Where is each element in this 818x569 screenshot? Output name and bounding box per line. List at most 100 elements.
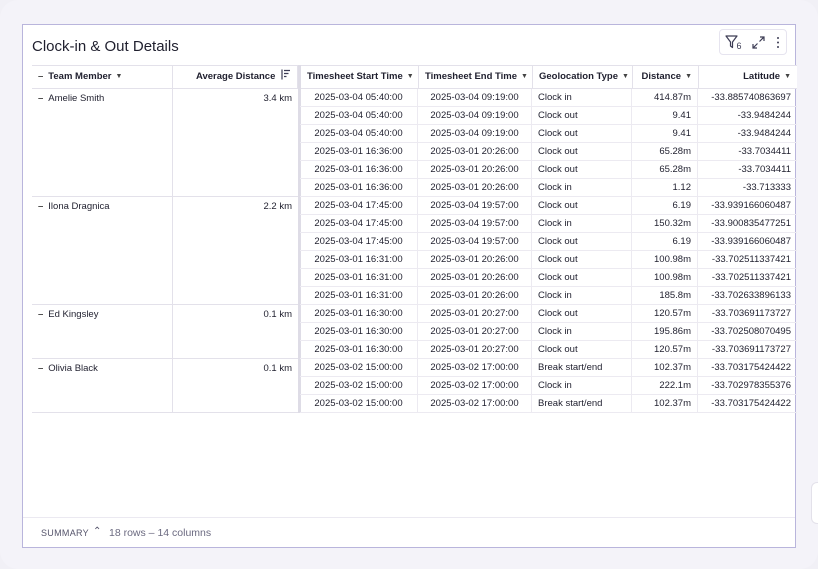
cell-geo-type: Clock out [532, 197, 632, 214]
cell-geo-type: Clock out [532, 143, 632, 160]
header-team-member[interactable]: – Team Member ▼ [32, 66, 173, 88]
expand-button[interactable] [752, 32, 766, 52]
cell-geo-type: Clock in [532, 89, 632, 106]
cell-end-time: 2025-03-02 17:00:00 [418, 377, 532, 394]
table-row[interactable]: 2025-03-01 16:31:00 2025-03-01 20:26:00 Cl… [300, 287, 797, 305]
table-row[interactable]: 2025-03-01 16:30:00 2025-03-01 20:27:00 Cl… [300, 305, 797, 323]
header-geo-type[interactable]: Geolocation Type ▼ [533, 66, 633, 88]
group-name[interactable]: – Olivia Black [38, 363, 98, 374]
average-distance-value: 0.1 km [263, 309, 292, 320]
cell-start-time: 2025-03-02 15:00:00 [300, 377, 418, 394]
side-panel-handle[interactable] [811, 482, 818, 524]
cell-start-time: 2025-03-01 16:36:00 [300, 143, 418, 160]
sort-caret-icon: ▼ [406, 73, 414, 80]
cell-geo-type: Clock out [532, 125, 632, 142]
table-row[interactable]: 2025-03-02 15:00:00 2025-03-02 17:00:00 Br… [300, 395, 797, 413]
row-column-count: 18 rows – 14 columns [109, 527, 212, 539]
cell-end-time: 2025-03-01 20:26:00 [418, 287, 532, 304]
sort-descending-icon [281, 69, 290, 80]
header-average-distance[interactable]: Average Distance [173, 66, 298, 88]
cell-end-time: 2025-03-01 20:27:00 [418, 323, 532, 340]
table-row[interactable]: 2025-03-01 16:30:00 2025-03-01 20:27:00 Cl… [300, 341, 797, 359]
group-name[interactable]: – Ed Kingsley [38, 309, 98, 320]
cell-end-time: 2025-03-01 20:27:00 [418, 341, 532, 358]
cell-start-time: 2025-03-04 05:40:00 [300, 107, 418, 124]
table-row[interactable]: 2025-03-01 16:31:00 2025-03-01 20:26:00 Cl… [300, 251, 797, 269]
cell-latitude: -33.713333 [742, 182, 791, 193]
cell-latitude: -33.7034411 [738, 164, 791, 175]
cell-distance: 102.37m [632, 395, 698, 412]
cell-latitude: -33.703175424422 [711, 362, 791, 373]
average-distance-value: 3.4 km [263, 93, 292, 104]
cell-distance: 150.32m [632, 215, 698, 232]
cell-geo-type: Clock out [532, 233, 632, 250]
table-row[interactable]: 2025-03-04 17:45:00 2025-03-04 19:57:00 Cl… [300, 215, 797, 233]
cell-latitude: -33.939166060487 [711, 200, 791, 211]
team-member-name: Olivia Black [48, 363, 98, 374]
summary-bar: SUMMARY ⌃ 18 rows – 14 columns [23, 517, 795, 547]
collapse-group-icon[interactable]: – [38, 309, 43, 320]
cell-geo-type: Clock out [532, 251, 632, 268]
cell-distance: 6.19 [632, 197, 698, 214]
cell-latitude: -33.9484244 [737, 128, 791, 139]
header-latitude[interactable]: Latitude ▼ [699, 66, 797, 88]
group-row[interactable]: – Ilona Dragnica 2.2 km [32, 197, 298, 305]
cell-start-time: 2025-03-04 05:40:00 [300, 89, 418, 106]
cell-end-time: 2025-03-01 20:26:00 [418, 269, 532, 286]
cell-geo-type: Clock in [532, 323, 632, 340]
cell-latitude: -33.703175424422 [711, 398, 791, 409]
cell-geo-type: Break start/end [532, 395, 632, 412]
cell-geo-type: Clock out [532, 341, 632, 358]
cell-distance: 65.28m [632, 161, 698, 178]
table-row[interactable]: 2025-03-01 16:36:00 2025-03-01 20:26:00 Cl… [300, 161, 797, 179]
summary-toggle[interactable]: SUMMARY [41, 528, 89, 538]
cell-end-time: 2025-03-01 20:26:00 [418, 179, 532, 196]
table-row[interactable]: 2025-03-01 16:36:00 2025-03-01 20:26:00 Cl… [300, 179, 797, 197]
group-name[interactable]: – Amelie Smith [38, 93, 104, 104]
table-row[interactable]: 2025-03-04 05:40:00 2025-03-04 09:19:00 Cl… [300, 107, 797, 125]
cell-start-time: 2025-03-01 16:30:00 [300, 341, 418, 358]
header-end-time[interactable]: Timesheet End Time ▼ [419, 66, 533, 88]
collapse-group-icon[interactable]: – [38, 93, 43, 104]
cell-geo-type: Clock out [532, 269, 632, 286]
table-row[interactable]: 2025-03-04 05:40:00 2025-03-04 09:19:00 Cl… [300, 89, 797, 107]
group-row[interactable]: – Ed Kingsley 0.1 km [32, 305, 298, 359]
table-row[interactable]: 2025-03-02 15:00:00 2025-03-02 17:00:00 Br… [300, 359, 797, 377]
average-distance-value: 2.2 km [263, 201, 292, 212]
table-row[interactable]: 2025-03-01 16:31:00 2025-03-01 20:26:00 Cl… [300, 269, 797, 287]
report-card: Clock-in & Out Details 6 – Team Member ▼ A… [22, 24, 797, 548]
cell-latitude: -33.7034411 [738, 146, 791, 157]
group-row[interactable]: – Olivia Black 0.1 km [32, 359, 298, 413]
group-name[interactable]: – Ilona Dragnica [38, 201, 110, 212]
cell-distance: 185.8m [632, 287, 698, 304]
table-row[interactable]: 2025-03-04 17:45:00 2025-03-04 19:57:00 Cl… [300, 197, 797, 215]
filter-count-badge: 6 [736, 41, 742, 51]
cell-geo-type: Clock in [532, 179, 632, 196]
table-row[interactable]: 2025-03-04 05:40:00 2025-03-04 09:19:00 Cl… [300, 125, 797, 143]
table-row[interactable]: 2025-03-01 16:36:00 2025-03-01 20:26:00 Cl… [300, 143, 797, 161]
chevron-up-icon[interactable]: ⌃ [93, 526, 101, 537]
table-row[interactable]: 2025-03-01 16:30:00 2025-03-01 20:27:00 Cl… [300, 323, 797, 341]
cell-geo-type: Clock out [532, 161, 632, 178]
cell-distance: 100.98m [632, 269, 698, 286]
team-member-name: Ed Kingsley [48, 309, 99, 320]
cell-start-time: 2025-03-02 15:00:00 [300, 359, 418, 376]
group-row[interactable]: – Amelie Smith 3.4 km [32, 89, 298, 197]
cell-start-time: 2025-03-01 16:31:00 [300, 287, 418, 304]
collapse-group-icon[interactable]: – [38, 363, 43, 374]
cell-start-time: 2025-03-01 16:36:00 [300, 179, 418, 196]
cell-geo-type: Break start/end [532, 359, 632, 376]
cell-start-time: 2025-03-01 16:30:00 [300, 305, 418, 322]
cell-start-time: 2025-03-04 17:45:00 [300, 215, 418, 232]
header-start-time[interactable]: Timesheet Start Time ▼ [301, 66, 419, 88]
table-row[interactable]: 2025-03-02 15:00:00 2025-03-02 17:00:00 Cl… [300, 377, 797, 395]
table-row[interactable]: 2025-03-04 17:45:00 2025-03-04 19:57:00 Cl… [300, 233, 797, 251]
cell-distance: 6.19 [632, 233, 698, 250]
cell-end-time: 2025-03-01 20:26:00 [418, 251, 532, 268]
header-distance[interactable]: Distance ▼ [633, 66, 699, 88]
cell-latitude: -33.702511337421 [711, 272, 791, 283]
collapse-all-icon[interactable]: – [38, 71, 43, 82]
more-options-button[interactable] [776, 32, 780, 52]
filter-button[interactable]: 6 [725, 32, 742, 52]
collapse-group-icon[interactable]: – [38, 201, 43, 212]
